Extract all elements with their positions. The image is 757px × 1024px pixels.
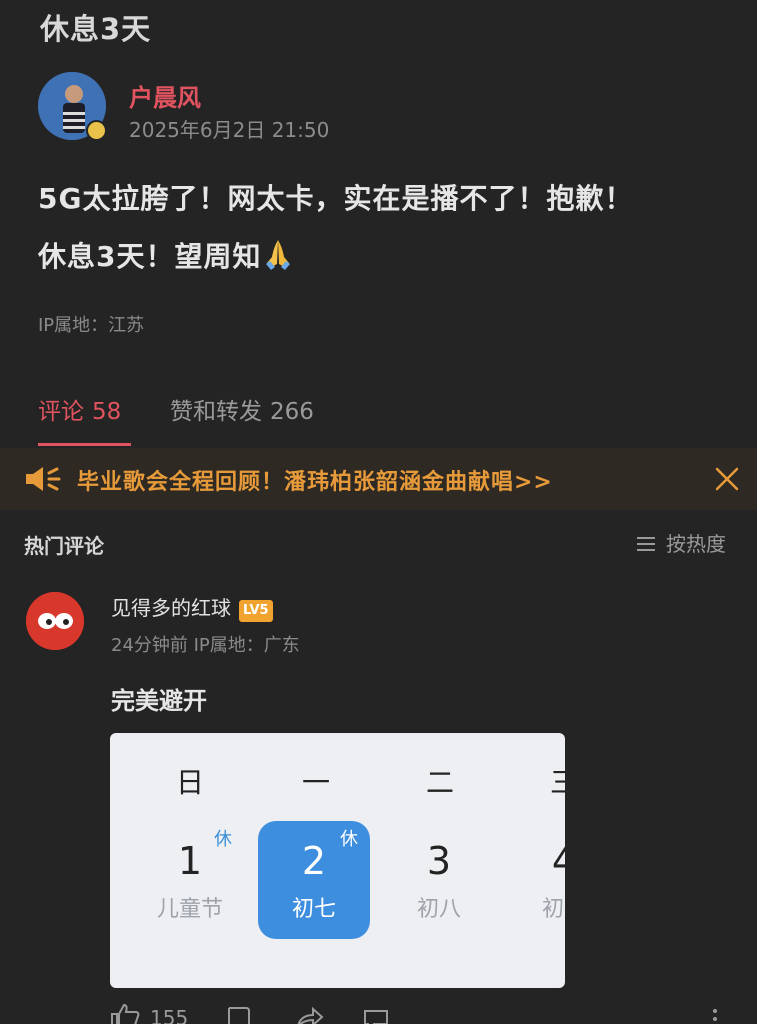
reply-icon[interactable] bbox=[226, 1006, 252, 1024]
tab-likes-reposts[interactable]: 赞和转发 266 bbox=[170, 392, 314, 426]
day-number: 4 bbox=[551, 839, 565, 883]
promo-banner-text: 毕业歌会全程回顾！潘玮柏张韶涵金曲献唱>> bbox=[77, 470, 553, 495]
tab-comments-label: 评论 bbox=[38, 399, 84, 425]
thumbs-up-icon[interactable] bbox=[110, 1004, 140, 1024]
author-row: 户晨风 2025年6月2日 21:50 bbox=[38, 72, 718, 144]
comment-meta: 24分钟前 IP属地：广东 bbox=[111, 635, 300, 656]
day-subtitle: 儿童节 bbox=[156, 897, 223, 922]
comment-bubble-icon[interactable] bbox=[362, 1008, 390, 1024]
post-timestamp: 2025年6月2日 21:50 bbox=[129, 118, 330, 142]
weekday-sunday: 日 bbox=[175, 766, 204, 799]
hot-comments-header: 热门评论 bbox=[24, 534, 104, 558]
tab-comments-count: 58 bbox=[92, 399, 122, 425]
post-body: 5G太拉胯了！网太卡，实在是播不了！抱歉！ 休息3天！望周知 bbox=[38, 170, 728, 286]
menu-lines-icon bbox=[637, 537, 655, 551]
day-number: 1 bbox=[177, 839, 203, 883]
promo-banner[interactable]: 毕业歌会全程回顾！潘玮柏张韶涵金曲献唱>> bbox=[0, 448, 757, 510]
post-body-line-2: 休息3天！望周知 bbox=[38, 228, 728, 286]
commenter-name[interactable]: 见得多的红球 LV5 bbox=[111, 592, 273, 622]
tab-likes-label: 赞和转发 bbox=[170, 399, 262, 425]
ip-location: IP属地：江苏 bbox=[38, 315, 145, 336]
comment-tabs: 评论 58 赞和转发 266 bbox=[38, 392, 678, 448]
commenter-avatar[interactable] bbox=[26, 592, 84, 650]
day-subtitle: 初九 bbox=[541, 897, 565, 922]
weekday-monday: 一 bbox=[301, 766, 330, 799]
day-number: 2 bbox=[301, 839, 327, 883]
weekday-tuesday: 二 bbox=[425, 766, 454, 799]
weibo-post-page: 休息3天 户晨风 2025年6月2日 21:50 5G太拉胯了！网太卡，实在是播… bbox=[0, 0, 757, 1024]
commenter-name-text: 见得多的红球 bbox=[111, 596, 231, 620]
sort-label: 按热度 bbox=[666, 532, 726, 556]
red-ball-avatar-icon bbox=[26, 592, 84, 650]
page-title: 休息3天 bbox=[40, 12, 152, 46]
day-subtitle: 初七 bbox=[291, 897, 336, 922]
comment-text: 完美避开 bbox=[111, 687, 207, 715]
calendar-day: 4 初九 bbox=[508, 821, 565, 939]
day-subtitle: 初八 bbox=[416, 897, 461, 922]
calendar-day-selected: 休 2 初七 bbox=[258, 821, 370, 939]
calendar-day: 休 1 儿童节 bbox=[134, 821, 246, 939]
close-icon[interactable] bbox=[714, 466, 740, 492]
speaker-icon bbox=[26, 467, 61, 491]
day-number: 3 bbox=[426, 839, 452, 883]
sort-toggle[interactable]: 按热度 bbox=[636, 528, 726, 557]
tab-likes-count: 266 bbox=[270, 399, 314, 425]
author-name[interactable]: 户晨风 bbox=[129, 78, 201, 113]
level-badge: LV5 bbox=[239, 600, 273, 622]
praying-hands-icon bbox=[266, 240, 291, 270]
comment-calendar-image[interactable]: 日 一 二 三 休 1 儿童节 休 2 初七 3 初八 4 初九 bbox=[110, 733, 565, 988]
like-count: 155 bbox=[150, 1006, 189, 1024]
post-body-line-2-text: 休息3天！望周知 bbox=[38, 240, 262, 273]
calendar-day: 3 初八 bbox=[383, 821, 495, 939]
tab-comments[interactable]: 评论 58 bbox=[38, 392, 121, 426]
weekday-wednesday: 三 bbox=[549, 766, 565, 799]
comment-action-bar: 155 bbox=[110, 1004, 730, 1024]
active-tab-indicator bbox=[38, 443, 131, 446]
post-body-line-1: 5G太拉胯了！网太卡，实在是播不了！抱歉！ bbox=[38, 182, 634, 215]
share-icon[interactable] bbox=[296, 1006, 324, 1024]
verified-badge-icon bbox=[86, 120, 107, 141]
more-options-icon[interactable] bbox=[710, 1008, 720, 1024]
